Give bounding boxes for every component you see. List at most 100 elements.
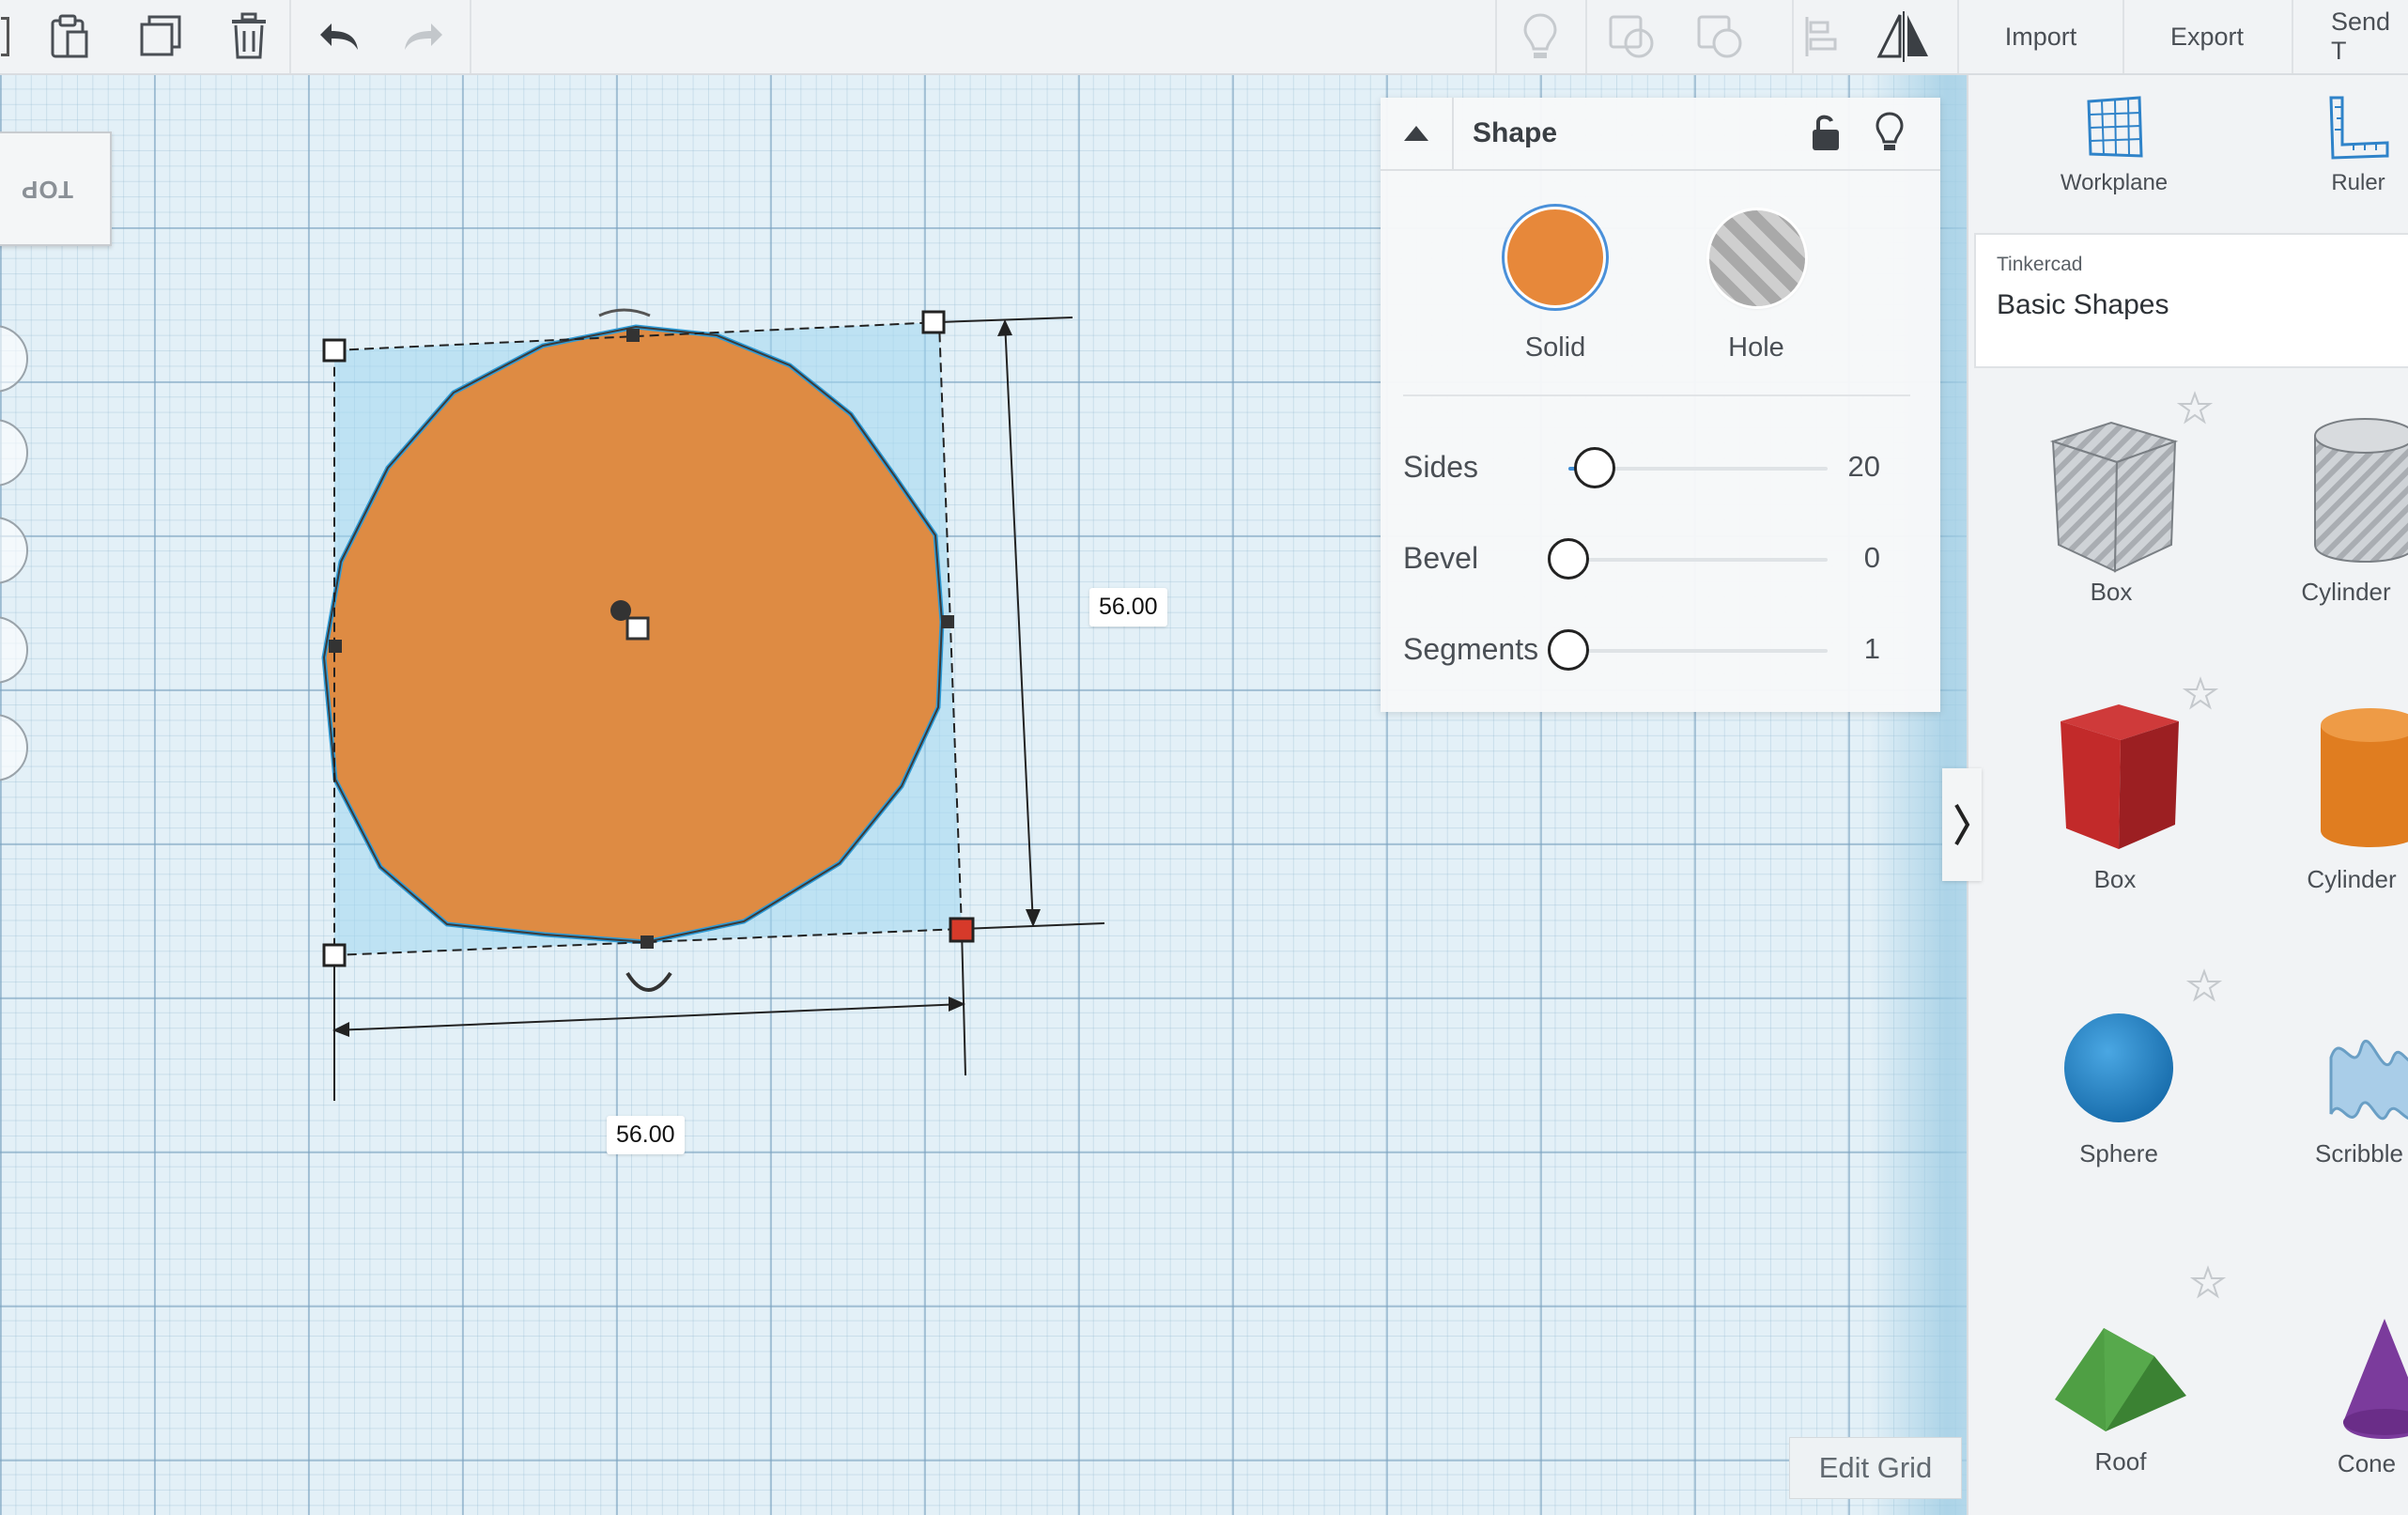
- sides-slider[interactable]: [1568, 447, 1828, 488]
- paste-icon: [51, 14, 88, 58]
- box-hole-icon: [2049, 421, 2179, 573]
- send-to-button[interactable]: Send T: [2292, 0, 2408, 73]
- ungroup-button[interactable]: [1690, 0, 1751, 73]
- shape-cone[interactable]: Cone: [2273, 1313, 2408, 1478]
- shape-label: Scribble: [2315, 1139, 2403, 1167]
- shape-inspector-panel: Shape Solid Hole Sides 20 Bevel 0 Segmen…: [1381, 98, 1940, 712]
- notes-button[interactable]: [1512, 0, 1568, 73]
- roof-green-icon: [2055, 1328, 2186, 1431]
- shape-scribble[interactable]: Scribble: [2265, 1020, 2408, 1168]
- height-dimension-line: [1004, 320, 1034, 926]
- align-icon: [1805, 17, 1837, 56]
- undo-button[interactable]: [310, 0, 368, 73]
- group-icon: [1609, 15, 1654, 58]
- mirror-button[interactable]: [1871, 0, 1937, 73]
- segments-slider-knob[interactable]: [1548, 629, 1589, 671]
- sides-slider-knob[interactable]: [1574, 447, 1615, 488]
- bevel-slider-knob[interactable]: [1548, 538, 1589, 580]
- rotate-handle-top[interactable]: [598, 308, 651, 317]
- shape-label: Cylinder: [2307, 865, 2397, 893]
- lightbulb-icon: [1875, 112, 1904, 150]
- shape-label: Roof: [2094, 1447, 2147, 1476]
- edge-handle[interactable]: [329, 640, 342, 653]
- shape-box-hole[interactable]: Box: [2017, 413, 2205, 607]
- toggle-sidebar-button[interactable]: [1942, 768, 1982, 881]
- bevel-slider[interactable]: [1548, 538, 1828, 580]
- corner-handle[interactable]: [322, 338, 347, 363]
- cylinder-hole-icon: [2314, 418, 2408, 563]
- width-value-label[interactable]: 56.00: [607, 1116, 685, 1154]
- bevel-value[interactable]: 0: [1864, 541, 1880, 575]
- hole-swatch[interactable]: [1709, 210, 1805, 306]
- rotate-handle-bottom[interactable]: [625, 971, 672, 992]
- shape-cylinder-hole[interactable]: Cylinder: [2252, 413, 2408, 607]
- shape-sphere[interactable]: Sphere: [2025, 1007, 2213, 1168]
- collapse-inspector-button[interactable]: [1381, 98, 1454, 169]
- width-dimension-line: [333, 1003, 965, 1031]
- inspector-title: Shape: [1473, 117, 1558, 148]
- selected-shape-view: [321, 308, 1105, 1101]
- shape-label: Box: [2093, 865, 2137, 893]
- shape-cylinder[interactable]: Cylinder: [2258, 706, 2408, 894]
- sides-value[interactable]: 20: [1848, 450, 1880, 484]
- ruler-label: Ruler: [2331, 170, 2385, 195]
- width-extension-right: [961, 928, 966, 1076]
- box-red-icon: [2061, 704, 2179, 849]
- cylinder-orange-icon: [2321, 708, 2408, 847]
- edge-handle[interactable]: [941, 615, 954, 628]
- workplane-icon: [2087, 96, 2143, 158]
- inspector-header: Shape: [1381, 98, 1940, 171]
- redo-button[interactable]: [394, 0, 453, 73]
- sphere-blue-icon: [2064, 1013, 2173, 1122]
- delete-button[interactable]: [216, 0, 282, 73]
- corner-handle[interactable]: [921, 310, 946, 334]
- shape-roof[interactable]: Roof: [2027, 1306, 2215, 1476]
- import-button[interactable]: Import: [1957, 0, 2122, 73]
- ungroup-icon: [1697, 15, 1742, 58]
- duplicate-button[interactable]: [128, 0, 193, 73]
- duplicate-icon: [140, 15, 181, 56]
- partial-button[interactable]: [0, 0, 9, 73]
- lightbulb-icon: [1523, 13, 1557, 58]
- segments-slider[interactable]: [1548, 629, 1828, 671]
- segments-value[interactable]: 1: [1864, 632, 1880, 666]
- redo-icon: [405, 23, 442, 50]
- solid-color-swatch[interactable]: [1505, 207, 1606, 308]
- group-button[interactable]: [1602, 0, 1662, 73]
- lock-button[interactable]: [1809, 111, 1843, 159]
- solid-label: Solid: [1524, 332, 1586, 363]
- paste-button[interactable]: [38, 0, 103, 73]
- shape-library-dropdown[interactable]: Tinkercad Basic Shapes: [1974, 233, 2408, 368]
- star-icon[interactable]: [2190, 1265, 2226, 1301]
- height-value-label[interactable]: 56.00: [1089, 588, 1167, 626]
- star-icon[interactable]: [2186, 968, 2222, 1004]
- sides-label: Sides: [1403, 450, 1479, 484]
- workplane-label: Workplane: [2060, 170, 2169, 195]
- shape-label: Cone: [2337, 1449, 2397, 1477]
- align-button[interactable]: [1792, 0, 1848, 73]
- center-handle[interactable]: [625, 616, 650, 641]
- shape-box[interactable]: Box: [2021, 697, 2209, 894]
- chevron-right-icon: [1954, 804, 1970, 845]
- toolbar-divider: [1585, 0, 1587, 73]
- cone-purple-icon: [2343, 1319, 2408, 1439]
- ruler-tool[interactable]: Ruler: [2278, 94, 2408, 196]
- shape-label: Sphere: [2079, 1139, 2158, 1167]
- hide-button[interactable]: [1875, 111, 1905, 159]
- edge-handle[interactable]: [641, 935, 654, 949]
- triangle-up-icon: [1404, 126, 1428, 141]
- segments-label: Segments: [1403, 632, 1539, 666]
- corner-handle[interactable]: [322, 943, 347, 967]
- shape-label: Cylinder: [2301, 578, 2391, 606]
- workplane-tool[interactable]: Workplane: [2034, 94, 2194, 196]
- export-button[interactable]: Export: [2122, 0, 2290, 73]
- scribble-icon: [2329, 1039, 2408, 1121]
- edge-handle[interactable]: [626, 329, 640, 342]
- height-arrow-top: [997, 319, 1012, 336]
- mirror-icon: [1876, 11, 1928, 62]
- toolbar-divider: [289, 0, 291, 73]
- library-source-label: Tinkercad: [1997, 254, 2083, 275]
- corner-handle-active[interactable]: [949, 917, 975, 943]
- edit-grid-button[interactable]: Edit Grid: [1789, 1437, 1962, 1499]
- bevel-label: Bevel: [1403, 541, 1479, 575]
